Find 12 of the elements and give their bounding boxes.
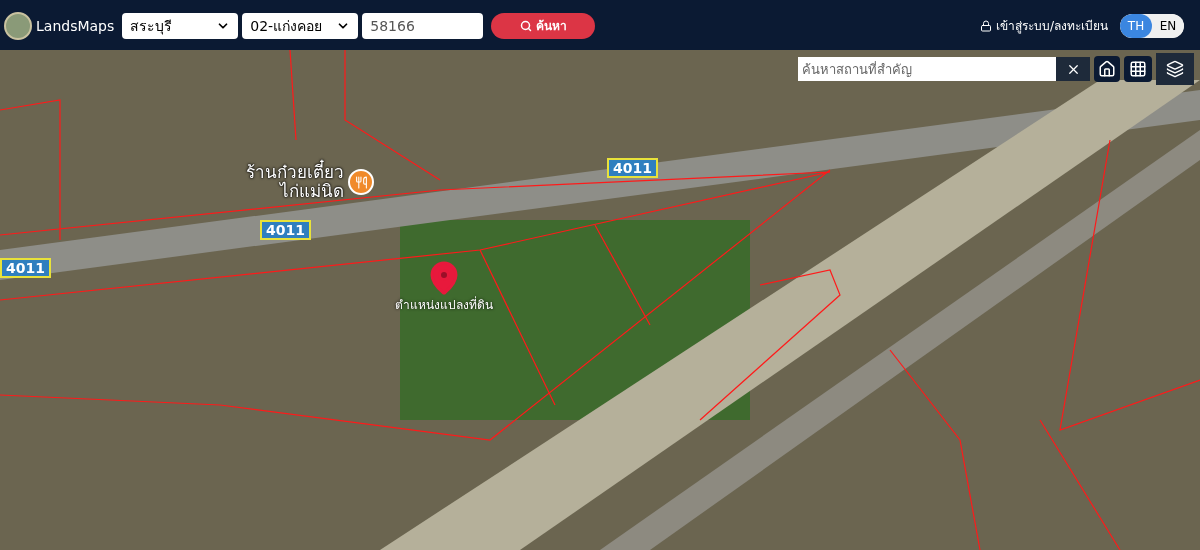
logo-text: LandsMaps bbox=[36, 16, 115, 36]
login-link[interactable]: เข้าสู่ระบบ/ลงทะเบียน bbox=[979, 17, 1108, 35]
place-search-field[interactable]: ค้นหาสถานที่สำคัญ bbox=[798, 57, 1056, 81]
dropdown[interactable]: สระบุรี bbox=[122, 13, 239, 39]
search-button[interactable]: ค้นหา bbox=[491, 13, 596, 39]
dropdown[interactable]: 02-แก่งคอย bbox=[242, 13, 359, 39]
parcel-number-field[interactable]: 58166 bbox=[362, 13, 484, 39]
road-number-label: 4011 bbox=[0, 258, 51, 278]
road-number-label: 4011 bbox=[260, 220, 311, 240]
road-number-label: 4011 bbox=[607, 158, 658, 178]
language-option[interactable]: TH bbox=[1120, 14, 1152, 38]
marker-label: ตำแหน่งแปลงที่ดิน bbox=[395, 296, 493, 314]
